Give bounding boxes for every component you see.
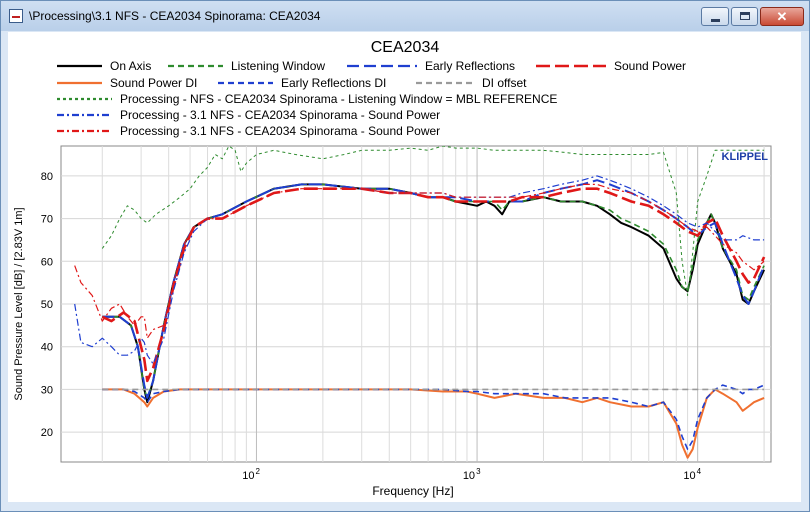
legend-label-1: Listening Window — [231, 59, 325, 73]
app-window: \Processing\3.1 NFS - CEA2034 Spinorama:… — [0, 0, 810, 512]
minimize-button[interactable] — [701, 7, 729, 26]
y-tick-label: 30 — [41, 384, 53, 396]
y-tick-label: 60 — [41, 256, 53, 268]
x-axis-label: Frequency [Hz] — [372, 484, 453, 498]
brand-label: KLIPPEL — [722, 151, 769, 163]
maximize-icon — [740, 12, 750, 20]
chart-title: CEA2034 — [371, 39, 440, 56]
legend-label-5: Early Reflections DI — [281, 76, 386, 90]
legend-label-3: Sound Power — [614, 59, 686, 73]
chart-area: CEA2034 On Axis Listening Window Early Ref… — [8, 32, 801, 502]
minimize-icon — [711, 19, 720, 22]
y-tick-label: 40 — [41, 342, 53, 354]
app-icon[interactable] — [9, 9, 23, 23]
x-tick-exponent: 4 — [697, 467, 702, 476]
x-tick-label: 10 — [463, 470, 475, 482]
y-tick-label: 70 — [41, 214, 53, 226]
y-tick-label: 50 — [41, 299, 53, 311]
close-icon: ✕ — [776, 9, 788, 24]
title-bar[interactable]: \Processing\3.1 NFS - CEA2034 Spinorama:… — [1, 1, 809, 31]
y-axis-label: Sound Pressure Level [dB] / [2.83V 1m] — [13, 207, 25, 400]
legend-label-2: Early Reflections — [425, 59, 515, 73]
legend-label-4: Sound Power DI — [110, 76, 197, 90]
legend-label-7: Processing - NFS - CEA2034 Spinorama - L… — [120, 92, 557, 106]
window-title: \Processing\3.1 NFS - CEA2034 Spinorama:… — [29, 9, 321, 23]
close-button[interactable]: ✕ — [760, 7, 804, 26]
legend-label-6: DI offset — [482, 76, 527, 90]
x-tick-label: 10 — [683, 470, 695, 482]
maximize-button[interactable] — [731, 7, 758, 26]
y-tick-label: 20 — [41, 427, 53, 439]
x-tick-exponent: 2 — [255, 467, 260, 476]
legend-label-9: Processing - 3.1 NFS - CEA2034 Spinorama… — [120, 124, 440, 138]
legend-label-0: On Axis — [110, 59, 151, 73]
x-tick-label: 10 — [242, 470, 254, 482]
x-tick-exponent: 3 — [476, 467, 481, 476]
legend-label-8: Processing - 3.1 NFS - CEA2034 Spinorama… — [120, 108, 440, 122]
y-tick-label: 80 — [41, 171, 53, 183]
cea2034-chart: CEA2034 On Axis Listening Window Early Ref… — [8, 32, 801, 502]
